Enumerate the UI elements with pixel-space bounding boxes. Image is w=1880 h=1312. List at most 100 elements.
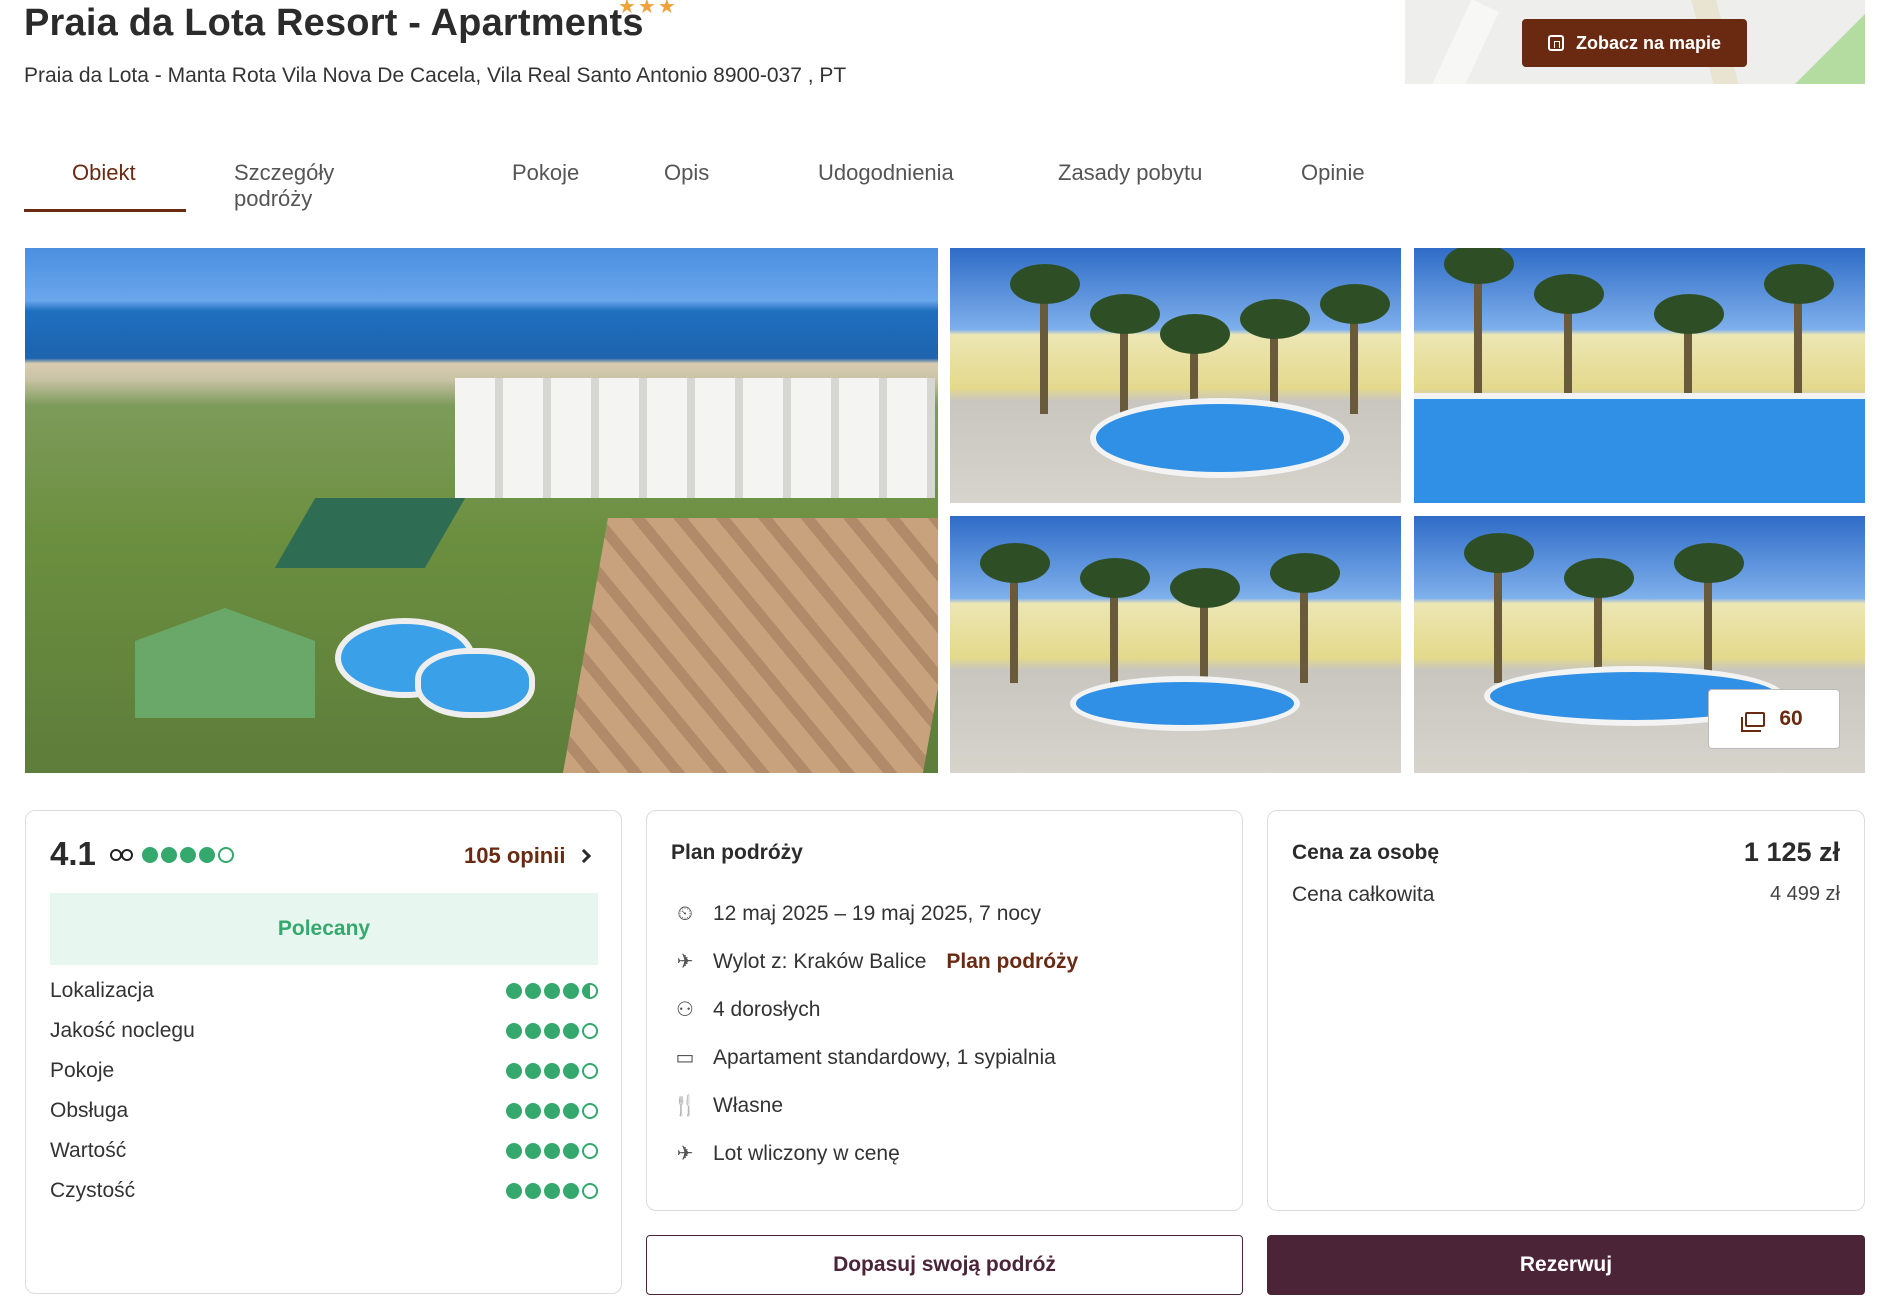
- photo-detail: [1080, 558, 1150, 684]
- photo-count-button[interactable]: 60: [1708, 689, 1840, 749]
- rating-dot: [506, 1103, 522, 1119]
- reviews-link-label: 105 opinii: [464, 843, 566, 868]
- rating-dots: [506, 1063, 598, 1079]
- rating-dot: [582, 1143, 598, 1159]
- gallery-photo[interactable]: [1414, 248, 1865, 503]
- section-tabs: Obiekt Szczegóły podróży Pokoje Opis Udo…: [24, 152, 1413, 212]
- photo-detail: [1464, 533, 1534, 684]
- hotel-address: Praia da Lota - Manta Rota Vila Nova De …: [24, 64, 847, 87]
- tab-description[interactable]: Opis: [616, 152, 770, 212]
- map-park: [1795, 14, 1865, 84]
- price-card: Cena za osobę 1 125 zł Cena całkowita 4 …: [1267, 810, 1865, 1211]
- hotel-stars: ★★★: [618, 0, 678, 18]
- show-on-map-button[interactable]: Zobacz na mapie: [1522, 19, 1747, 67]
- travel-plan-card: Plan podróży ⏲ 12 maj 2025 – 19 maj 2025…: [646, 810, 1243, 1211]
- rating-dot: [506, 1143, 522, 1159]
- rating-dot: [506, 1063, 522, 1079]
- photos-icon: [1741, 711, 1766, 732]
- rating-dots: [506, 983, 598, 999]
- rating-row: Pokoje: [50, 1056, 598, 1086]
- rating-dot: [544, 1103, 560, 1119]
- rating-dot: [506, 1023, 522, 1039]
- photo-detail: [980, 543, 1050, 684]
- reviews-link[interactable]: 105 opinii: [464, 843, 592, 869]
- plane-icon: ✈: [676, 1143, 694, 1165]
- rating-dot: [525, 1143, 541, 1159]
- reviews-card: 4.1 105 opinii Polecany Lokalizacja Jako…: [25, 810, 622, 1294]
- photo-detail: [455, 378, 935, 498]
- plan-flight: Lot wliczony w cenę: [713, 1142, 900, 1165]
- rating-label: Jakość noclegu: [50, 1019, 195, 1042]
- plan-dates-row: ⏲ 12 maj 2025 – 19 maj 2025, 7 nocy: [671, 899, 1041, 929]
- rating-dot: [544, 1023, 560, 1039]
- tab-travel-details[interactable]: Szczegóły podróży: [186, 152, 464, 212]
- rating-row: Obsługa: [50, 1096, 598, 1126]
- plan-room: Apartament standardowy, 1 sypialnia: [713, 1046, 1056, 1069]
- book-button[interactable]: Rezerwuj: [1267, 1235, 1865, 1295]
- rating-dot: [142, 847, 158, 863]
- map-road: [1421, 0, 1499, 84]
- plane-takeoff-icon: ✈: [676, 951, 694, 973]
- show-on-map-label: Zobacz na mapie: [1575, 32, 1722, 53]
- rating-row: Lokalizacja: [50, 976, 598, 1006]
- adjust-trip-button[interactable]: Dopasuj swoją podróż: [646, 1235, 1243, 1295]
- photo-count-value: 60: [1779, 707, 1803, 730]
- rating-dot: [544, 1143, 560, 1159]
- main-photo[interactable]: [25, 248, 938, 773]
- rating-dot: [525, 1023, 541, 1039]
- photo-detail: [415, 648, 535, 718]
- bed-icon: ▭: [675, 1047, 695, 1069]
- gallery-photo[interactable]: [950, 248, 1401, 503]
- rating-dot: [506, 1183, 522, 1199]
- rating-dot: [161, 847, 177, 863]
- photo-detail: [1170, 568, 1240, 684]
- photo-detail: [1070, 676, 1300, 731]
- photo-detail: [1010, 263, 1080, 414]
- rating-dot: [199, 847, 215, 863]
- tab-rooms[interactable]: Pokoje: [464, 152, 616, 212]
- rating-dot: [582, 1183, 598, 1199]
- photo-detail: [562, 518, 938, 773]
- photo-detail: [274, 498, 466, 568]
- rating-row: Jakość noclegu: [50, 1016, 598, 1046]
- rating-dots: [506, 1143, 598, 1159]
- hotel-icon: [1547, 35, 1564, 51]
- rating-dot: [582, 983, 598, 999]
- rating-row: Wartość: [50, 1136, 598, 1166]
- plan-guests-row: ⚇ 4 dorosłych: [671, 995, 820, 1025]
- rating-dot: [544, 983, 560, 999]
- photo-detail: [1320, 283, 1390, 414]
- people-icon: ⚇: [676, 999, 694, 1021]
- chevron-right-icon: [577, 848, 592, 864]
- plan-link[interactable]: Plan podróży: [946, 950, 1078, 974]
- plan-board: Własne: [713, 1094, 784, 1117]
- photo-detail: [1674, 543, 1744, 684]
- plan-departure: Wylot z: Kraków Balice: [713, 950, 927, 973]
- rating-dot: [563, 1103, 579, 1119]
- rating-label: Wartość: [50, 1139, 127, 1162]
- plan-board-row: 🍴 Własne: [671, 1091, 783, 1121]
- photo-detail: [1090, 398, 1350, 478]
- rating-dots: [506, 1103, 598, 1119]
- rating-dot: [525, 1103, 541, 1119]
- rating-dot: [506, 983, 522, 999]
- rating-dot: [544, 1183, 560, 1199]
- plan-flight-row: ✈ Lot wliczony w cenę: [671, 1139, 900, 1169]
- rating-label: Czystość: [50, 1179, 136, 1202]
- rating-dot: [525, 983, 541, 999]
- recommended-badge: Polecany: [50, 893, 598, 965]
- tab-reviews[interactable]: Opinie: [1253, 152, 1413, 212]
- rating-dot: [563, 1023, 579, 1039]
- hotel-title: Praia da Lota Resort - Apartments: [24, 2, 644, 44]
- plan-room-row: ▭ Apartament standardowy, 1 sypialnia: [671, 1043, 1056, 1073]
- tab-obiekt[interactable]: Obiekt: [24, 152, 186, 212]
- tripadvisor-icon: [110, 849, 134, 863]
- rating-label: Pokoje: [50, 1059, 115, 1082]
- plan-title: Plan podróży: [671, 841, 803, 864]
- rating-dot: [563, 1063, 579, 1079]
- rating-dot: [563, 983, 579, 999]
- rating-dot: [582, 1023, 598, 1039]
- tab-amenities[interactable]: Udogodnienia: [770, 152, 1010, 212]
- tab-policies[interactable]: Zasady pobytu: [1010, 152, 1253, 212]
- gallery-photo[interactable]: [950, 516, 1401, 773]
